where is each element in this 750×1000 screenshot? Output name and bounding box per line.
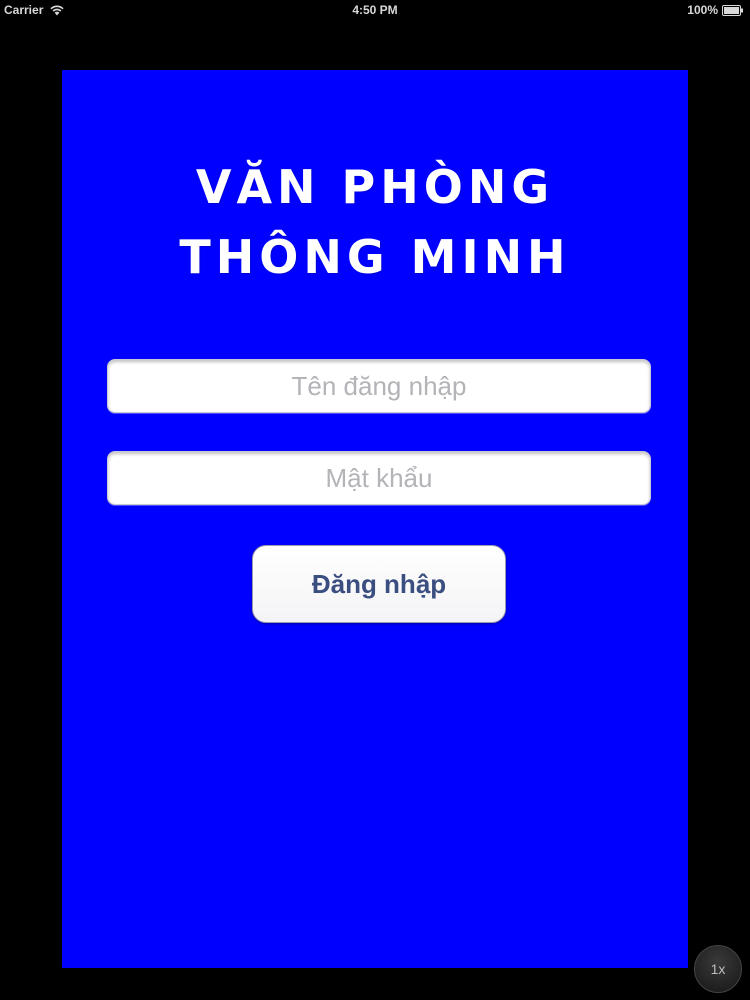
status-time: 4:50 PM [352, 3, 398, 17]
battery-icon [722, 4, 744, 16]
zoom-button[interactable]: 1x [694, 945, 742, 993]
username-input[interactable] [107, 359, 651, 413]
app-screen: Carrier 4:50 PM 100% VĂN PHÒNG THÔNG MIN… [0, 0, 750, 1000]
battery-percent: 100% [687, 3, 718, 17]
password-input[interactable] [107, 451, 651, 505]
app-title: VĂN PHÒNG THÔNG MINH [62, 152, 688, 292]
status-right: 100% [687, 3, 744, 17]
app-title-line-1: VĂN PHÒNG [195, 160, 555, 214]
status-bar: Carrier 4:50 PM 100% [0, 0, 750, 20]
app-title-line-2: THÔNG MINH [179, 230, 571, 284]
login-button[interactable]: Đăng nhập [252, 545, 506, 623]
login-panel: VĂN PHÒNG THÔNG MINH Đăng nhập [62, 70, 688, 968]
